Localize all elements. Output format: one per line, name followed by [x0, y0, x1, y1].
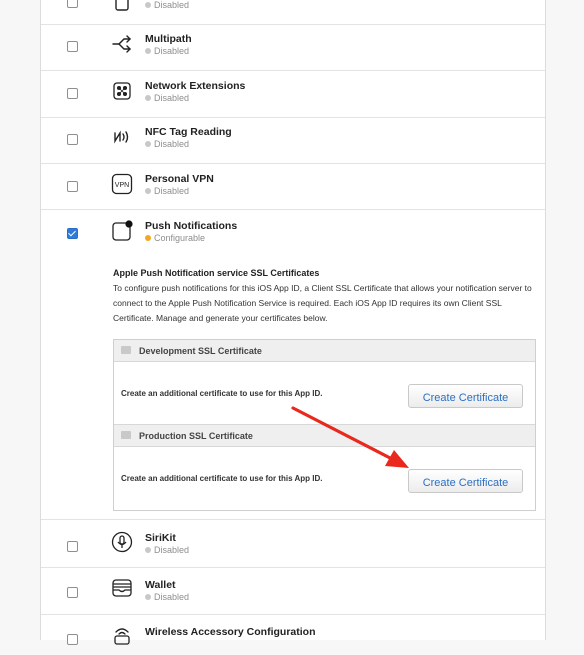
sirikit-checkbox[interactable] [67, 541, 78, 552]
capability-row-previous: Disabled [41, 0, 545, 25]
capability-name: Network Extensions [145, 80, 246, 92]
wallet-checkbox[interactable] [67, 587, 78, 598]
sirikit-icon [111, 531, 133, 553]
network-extensions-icon [111, 80, 133, 102]
nfc-checkbox[interactable] [67, 134, 78, 145]
status-dot [145, 235, 151, 241]
apns-section-title: Apple Push Notification service SSL Cert… [113, 268, 320, 278]
wireless-accessory-icon [111, 624, 133, 646]
capability-row-multipath: Multipath Disabled [41, 25, 545, 71]
capability-row-nfc: NFC Tag Reading Disabled [41, 118, 545, 164]
capability-name: Push Notifications [145, 220, 238, 232]
capability-status: Configurable [145, 233, 205, 243]
apns-section-description: To configure push notifications for this… [113, 283, 532, 323]
development-certificate-header: Development SSL Certificate [114, 340, 535, 362]
capability-name: Multipath [145, 33, 192, 45]
capability-name: SiriKit [145, 532, 176, 544]
status-dot [145, 2, 151, 8]
create-development-certificate-button[interactable]: Create Certificate [408, 384, 523, 408]
capability-row-sirikit: SiriKit Disabled [41, 520, 545, 568]
capability-status: Disabled [145, 0, 189, 10]
capability-status: Disabled [145, 46, 189, 56]
development-certificate-title: Development SSL Certificate [139, 346, 262, 356]
capability-name: Wallet [145, 579, 176, 591]
status-dot [145, 95, 151, 101]
capability-status: Disabled [145, 93, 189, 103]
certificates-box: Development SSL Certificate Create an ad… [113, 339, 536, 511]
capability-row-personal-vpn: VPN Personal VPN Disabled [41, 164, 545, 210]
push-notifications-icon [111, 220, 133, 242]
multipath-icon [111, 33, 133, 55]
network-extensions-checkbox[interactable] [67, 88, 78, 99]
personal-vpn-checkbox[interactable] [67, 181, 78, 192]
certificate-icon [121, 346, 131, 354]
capability-name: Personal VPN [145, 173, 214, 185]
status-dot [145, 141, 151, 147]
vpn-icon-label: VPN [115, 182, 129, 189]
capability-row-wireless-accessory: Wireless Accessory Configuration [41, 615, 545, 655]
vpn-icon: VPN [111, 173, 133, 195]
capability-status: Disabled [145, 592, 189, 602]
capability-checkbox[interactable] [67, 0, 78, 8]
nfc-icon [111, 126, 133, 148]
capability-name: NFC Tag Reading [145, 126, 232, 138]
capability-row-network-extensions: Network Extensions Disabled [41, 71, 545, 118]
capability-status: Disabled [145, 139, 189, 149]
wallet-icon [111, 577, 133, 599]
capability-row-wallet: Wallet Disabled [41, 568, 545, 615]
push-notifications-checkbox[interactable] [67, 228, 78, 239]
capabilities-panel: Disabled Multipath Disabled Network Exte… [40, 0, 546, 645]
capability-status: Disabled [145, 545, 189, 555]
capability-icon [111, 0, 133, 14]
production-certificate-header: Production SSL Certificate [114, 425, 535, 447]
capability-name: Wireless Accessory Configuration [145, 626, 316, 638]
certificate-icon [121, 431, 131, 439]
multipath-checkbox[interactable] [67, 41, 78, 52]
production-certificate-title: Production SSL Certificate [139, 431, 253, 441]
status-dot [145, 188, 151, 194]
status-dot [145, 594, 151, 600]
status-dot [145, 48, 151, 54]
production-certificate-text: Create an additional certificate to use … [121, 474, 323, 483]
create-production-certificate-button[interactable]: Create Certificate [408, 469, 523, 493]
status-dot [145, 547, 151, 553]
capability-status: Disabled [145, 186, 189, 196]
development-certificate-text: Create an additional certificate to use … [121, 389, 323, 398]
